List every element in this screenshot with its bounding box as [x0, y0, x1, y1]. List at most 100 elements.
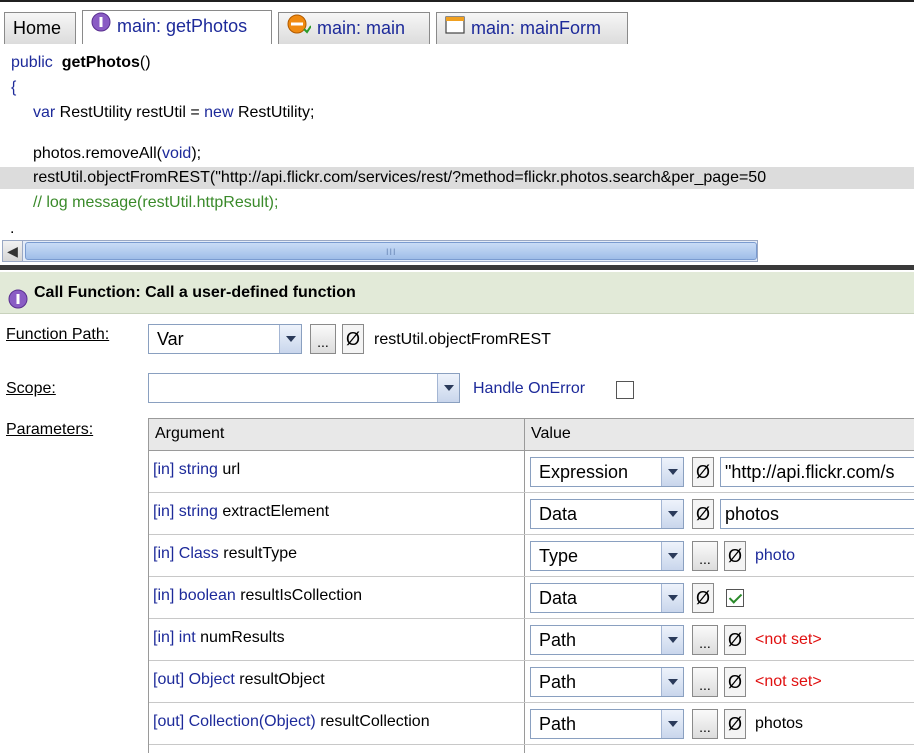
handle-onerror-checkbox[interactable]	[616, 381, 634, 399]
parameter-direction: [in]	[153, 503, 175, 520]
result-is-collection-checkbox[interactable]	[726, 589, 744, 607]
null-button[interactable]: Ø	[692, 457, 714, 487]
chevron-down-icon[interactable]	[279, 325, 301, 353]
parameter-direction: [in]	[153, 545, 175, 562]
not-set-value[interactable]: <not set>	[755, 673, 822, 691]
select-value: Type	[539, 546, 579, 566]
parameter-mode-select[interactable]: Type	[530, 541, 684, 571]
table-row: [in] string url Expression Ø "http://api…	[149, 451, 914, 493]
function-path-label: Function Path:	[6, 326, 110, 343]
parameter-name: resultObject	[239, 671, 325, 688]
parameter-name: extractElement	[222, 503, 330, 520]
table-header: Argument Value	[149, 419, 914, 451]
parameter-signature: [out] Collection(Object) resultCollectio…	[153, 713, 430, 731]
parameter-type: Class	[178, 545, 219, 562]
scope-label: Scope:	[6, 380, 56, 397]
parameters-table: Argument Value [in] string url Expressio…	[148, 418, 914, 753]
code-line: public getPhotos()	[0, 52, 914, 74]
parameter-signature: [in] string url	[153, 461, 240, 479]
code-editor[interactable]: public getPhotos() { var RestUtility res…	[0, 44, 914, 240]
parameter-signature: [in] Class resultType	[153, 545, 297, 563]
null-button[interactable]: Ø	[724, 667, 746, 697]
table-row: [in] int numResults Path ... Ø <not set>	[149, 619, 914, 661]
browse-button[interactable]: ...	[692, 667, 718, 697]
select-value: Data	[539, 504, 578, 524]
chevron-down-icon[interactable]	[661, 542, 683, 570]
scroll-left-button[interactable]: ◀	[3, 241, 23, 261]
column-header-value[interactable]: Value	[531, 419, 571, 449]
parameter-mode-select[interactable]: Data	[530, 499, 684, 529]
tab-home[interactable]: Home	[4, 12, 76, 44]
code-text: restUtil.objectFromREST("http://api.flic…	[33, 169, 767, 186]
null-button[interactable]: Ø	[724, 709, 746, 739]
parameter-mode-select[interactable]: Path	[530, 709, 684, 739]
scope-select[interactable]	[148, 373, 460, 403]
browse-button[interactable]: ...	[692, 625, 718, 655]
code-brace: {	[11, 79, 17, 96]
null-button[interactable]: Ø	[724, 625, 746, 655]
parameter-signature: [in] boolean resultIsCollection	[153, 587, 362, 605]
parameter-type: boolean	[178, 587, 236, 604]
null-button[interactable]: Ø	[724, 541, 746, 571]
code-text: RestUtility;	[233, 104, 315, 121]
tab-main[interactable]: main: main	[278, 12, 430, 44]
tab-label: main: mainForm	[471, 18, 602, 38]
tab-label: main: getPhotos	[117, 16, 248, 36]
table-row: [in] boolean resultIsCollection Data Ø	[149, 577, 914, 619]
function-path-mode-select[interactable]: Var	[148, 324, 302, 354]
parameter-type: string	[178, 461, 218, 478]
tab-mainform[interactable]: main: mainForm	[436, 12, 628, 44]
code-text: );	[191, 145, 202, 162]
null-button[interactable]: Ø	[692, 499, 714, 529]
null-button[interactable]: Ø	[692, 583, 714, 613]
parameter-signature: [in] int numResults	[153, 629, 285, 647]
code-text: .	[10, 220, 15, 237]
browse-button[interactable]: ...	[692, 541, 718, 571]
column-header-argument[interactable]: Argument	[155, 419, 224, 449]
chevron-down-icon[interactable]	[661, 458, 683, 486]
table-row: [in] string extractElement Data Ø photos	[149, 493, 914, 535]
chevron-down-icon[interactable]	[661, 584, 683, 612]
table-row: [out] Collection(Object) resultCollectio…	[149, 703, 914, 745]
chevron-down-icon[interactable]	[437, 374, 459, 402]
code-line-selected[interactable]: restUtil.objectFromREST("http://api.flic…	[0, 167, 914, 189]
parameter-mode-select[interactable]: Data	[530, 583, 684, 613]
chevron-down-icon[interactable]	[661, 626, 683, 654]
parameter-direction: [out]	[153, 671, 185, 688]
parameter-type: int	[178, 629, 196, 646]
chevron-down-icon[interactable]	[661, 668, 683, 696]
parameter-mode-select[interactable]: Path	[530, 667, 684, 697]
code-line: {	[0, 77, 914, 99]
code-line: .	[0, 221, 914, 238]
tab-label: Home	[13, 18, 62, 38]
parameter-mode-select[interactable]: Path	[530, 625, 684, 655]
chevron-down-icon[interactable]	[661, 500, 683, 528]
select-value: Path	[539, 630, 577, 650]
result-type-value[interactable]: photo	[755, 547, 795, 565]
parameter-mode-select[interactable]: Expression	[530, 457, 684, 487]
result-collection-value[interactable]: photos	[755, 715, 803, 733]
parameter-direction: [out]	[153, 713, 185, 730]
select-value: Expression	[539, 462, 629, 482]
code-line: // log message(restUtil.httpResult);	[0, 192, 914, 214]
tab-getphotos[interactable]: main: getPhotos	[82, 10, 272, 44]
parameter-name: resultIsCollection	[240, 587, 363, 604]
horizontal-scrollbar[interactable]: ◀ III	[2, 240, 758, 262]
parameter-type: string	[178, 503, 218, 520]
pane-splitter[interactable]	[0, 265, 914, 270]
panel-header: Call Function: Call a user-defined funct…	[0, 272, 914, 314]
url-value-input[interactable]: "http://api.flickr.com/s	[720, 457, 914, 487]
extract-element-input[interactable]: photos	[720, 499, 914, 529]
not-set-value[interactable]: <not set>	[755, 631, 822, 649]
parameter-signature: [in] string extractElement	[153, 503, 329, 521]
browse-button[interactable]: ...	[692, 709, 718, 739]
chevron-down-icon[interactable]	[661, 710, 683, 738]
scrollbar-thumb[interactable]: III	[25, 242, 757, 260]
browse-button[interactable]: ...	[310, 324, 336, 354]
null-button[interactable]: Ø	[342, 324, 364, 354]
select-value: Data	[539, 588, 578, 608]
code-keyword: public	[11, 54, 53, 71]
code-keyword: void	[161, 145, 192, 162]
parameter-name: numResults	[200, 629, 285, 646]
parameter-name: url	[222, 461, 241, 478]
